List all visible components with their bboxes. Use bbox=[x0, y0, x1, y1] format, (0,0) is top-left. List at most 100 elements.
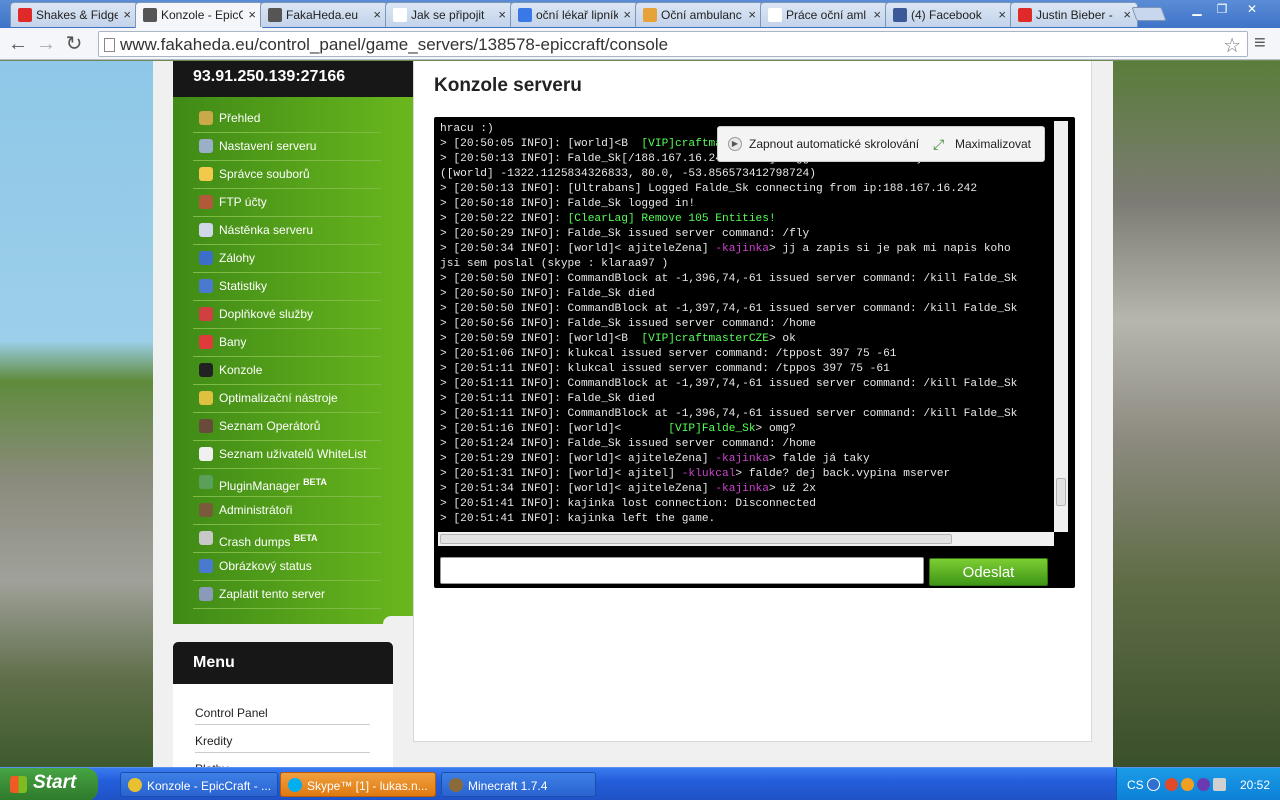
console-log-segment: > [20:51:29 INFO]: [world]< ajiteleZena] bbox=[440, 453, 716, 465]
console-log-segment: > [20:51:16 INFO]: [world]< bbox=[440, 423, 669, 435]
sidebar-item[interactable]: Doplňkové služby bbox=[193, 301, 381, 329]
menu-link[interactable]: Control Panel bbox=[195, 697, 370, 725]
close-tab-icon[interactable]: × bbox=[123, 7, 131, 22]
console-log-line: > [20:50:50 INFO]: Falde_Sk died bbox=[440, 287, 1054, 302]
notification-icon[interactable] bbox=[1165, 778, 1178, 791]
console-log-line: > [20:51:11 INFO]: klukcal issued server… bbox=[440, 362, 1054, 377]
back-arrow-icon[interactable]: ← bbox=[6, 32, 30, 56]
browser-tab[interactable]: Konzole - EpicC × bbox=[135, 2, 263, 28]
sidebar-item[interactable]: Nastavení serveru bbox=[193, 133, 381, 161]
tray-expand-icon[interactable] bbox=[1147, 778, 1160, 791]
sidebar-item[interactable]: Zálohy bbox=[193, 245, 381, 273]
restore-window-icon[interactable]: ❐ bbox=[1209, 0, 1235, 18]
forward-arrow-icon[interactable]: → bbox=[34, 32, 58, 56]
close-tab-icon[interactable]: × bbox=[498, 7, 506, 22]
console-horizontal-scrollbar[interactable] bbox=[438, 532, 1054, 546]
taskbar-task[interactable]: Minecraft 1.7.4 bbox=[441, 772, 596, 797]
browser-tab-label: Oční ambulanc bbox=[661, 8, 742, 22]
browser-tab-label: FakaHeda.eu bbox=[286, 8, 359, 22]
console-horizontal-scroll-thumb[interactable] bbox=[440, 534, 952, 544]
taskbar-task[interactable]: Skype™ [1] - lukas.n... bbox=[280, 772, 436, 797]
close-window-icon[interactable]: ✕ bbox=[1239, 0, 1265, 18]
sidebar-item[interactable]: Zaplatit tento server bbox=[193, 581, 381, 609]
start-button[interactable]: Start bbox=[0, 768, 98, 800]
console-log-segment: > jj a zapis si je pak mi napis koho bbox=[768, 243, 1011, 255]
console-log-line: > [20:50:50 INFO]: CommandBlock at -1,39… bbox=[440, 302, 1054, 317]
close-tab-icon[interactable]: × bbox=[1123, 7, 1131, 22]
reload-icon[interactable]: ↻ bbox=[62, 32, 86, 56]
close-tab-icon[interactable]: × bbox=[748, 7, 756, 22]
close-tab-icon[interactable]: × bbox=[998, 7, 1006, 22]
page-icon bbox=[104, 38, 115, 52]
sidebar-item-icon bbox=[199, 279, 213, 293]
sidebar-item[interactable]: Přehled bbox=[193, 105, 381, 133]
menu-link[interactable]: Kredity bbox=[195, 725, 370, 753]
sidebar-item-label: Seznam Operátorů bbox=[219, 419, 321, 433]
console-command-input[interactable] bbox=[440, 557, 924, 584]
sidebar-item[interactable]: Administrátoři bbox=[193, 497, 381, 525]
sidebar-item[interactable]: Seznam Operátorů bbox=[193, 413, 381, 441]
language-indicator[interactable]: CS bbox=[1127, 778, 1144, 792]
minimize-window-icon[interactable]: ▁ bbox=[1184, 0, 1210, 18]
close-tab-icon[interactable]: × bbox=[248, 7, 256, 22]
sidebar-item[interactable]: PluginManager BETA bbox=[193, 469, 381, 497]
sidebar-item[interactable]: Konzole bbox=[193, 357, 381, 385]
new-tab-button[interactable] bbox=[1131, 7, 1167, 21]
maximize-button[interactable]: ⤢ Maximalizovat bbox=[933, 136, 1031, 152]
sidebar-item[interactable]: Obrázkový status bbox=[193, 553, 381, 581]
console-log-segment: -klukcal bbox=[681, 468, 736, 480]
console-log-segment: > ok bbox=[768, 333, 796, 345]
antivirus-icon[interactable] bbox=[1197, 778, 1210, 791]
browser-tab-label: Jak se připojit bbox=[411, 8, 485, 22]
sidebar-item[interactable]: Nástěnka serveru bbox=[193, 217, 381, 245]
console-vertical-scroll-thumb[interactable] bbox=[1056, 478, 1066, 506]
network-icon[interactable] bbox=[1213, 778, 1226, 791]
browser-tab-label: (4) Facebook bbox=[911, 8, 982, 22]
taskbar-task[interactable]: Konzole - EpicCraft - ... bbox=[120, 772, 278, 797]
autoscroll-toggle[interactable]: ▶ Zapnout automatické skrolování bbox=[728, 137, 919, 151]
close-tab-icon[interactable]: × bbox=[373, 7, 381, 22]
console-log-segment: > [20:51:11 INFO]: CommandBlock at -1,39… bbox=[440, 408, 1018, 420]
browser-tab[interactable]: oční lékař lipník × bbox=[510, 2, 638, 27]
browser-menu-icon[interactable]: ≡ bbox=[1254, 32, 1266, 55]
sidebar-item[interactable]: Statistiky bbox=[193, 273, 381, 301]
sidebar-item-label: Přehled bbox=[219, 111, 261, 125]
menu-title: Menu bbox=[173, 642, 393, 684]
browser-tab[interactable]: (4) Facebook × bbox=[885, 2, 1013, 27]
menu-link[interactable]: Platby bbox=[195, 753, 370, 767]
sidebar-item[interactable]: Správce souborů bbox=[193, 161, 381, 189]
maximize-arrows-icon: ⤢ bbox=[933, 136, 945, 152]
console-log-segment: [VIP]Falde_Sk bbox=[668, 423, 756, 435]
console-log-line: > [20:50:29 INFO]: Falde_Sk issued serve… bbox=[440, 227, 1054, 242]
windows-taskbar: Start CS 20:52 Konzole - EpicCraft - ...… bbox=[0, 767, 1280, 800]
system-tray: CS 20:52 bbox=[1116, 768, 1280, 800]
console-vertical-scrollbar[interactable] bbox=[1054, 121, 1068, 532]
console-log-segment: > [20:51:41 INFO]: kajinka lost connecti… bbox=[440, 498, 816, 510]
beta-badge: BETA bbox=[303, 477, 327, 487]
browser-tab[interactable]: Jak se připojit × bbox=[385, 2, 513, 27]
sidebar-item[interactable]: Seznam uživatelů WhiteList bbox=[193, 441, 381, 469]
sidebar-item-icon bbox=[199, 447, 213, 461]
app-tray-icon[interactable] bbox=[1181, 778, 1194, 791]
browser-tab[interactable]: Shakes & Fidge × bbox=[10, 2, 138, 27]
console-log-segment: -kajinka bbox=[715, 483, 769, 495]
send-command-button[interactable]: Odeslat bbox=[929, 558, 1048, 586]
console-log-segment: > [20:50:05 INFO]: [world]<B bbox=[440, 138, 642, 150]
browser-tab[interactable]: FakaHeda.eu × bbox=[260, 2, 388, 27]
close-tab-icon[interactable]: × bbox=[623, 7, 631, 22]
browser-tab[interactable]: Justin Bieber - × bbox=[1010, 2, 1138, 27]
sidebar-item[interactable]: FTP účty bbox=[193, 189, 381, 217]
sidebar-item[interactable]: Optimalizační nástroje bbox=[193, 385, 381, 413]
browser-tab-label: Práce oční aml bbox=[786, 8, 867, 22]
bookmark-star-icon[interactable]: ☆ bbox=[1223, 33, 1241, 58]
close-tab-icon[interactable]: × bbox=[873, 7, 881, 22]
sidebar-item-label: Administrátoři bbox=[219, 503, 293, 517]
browser-tab[interactable]: Oční ambulanc × bbox=[635, 2, 763, 27]
sidebar-item[interactable]: Bany bbox=[193, 329, 381, 357]
sidebar-item[interactable]: Crash dumps BETA bbox=[193, 525, 381, 553]
minecraft-icon bbox=[449, 778, 463, 792]
browser-tab[interactable]: Práce oční aml × bbox=[760, 2, 888, 27]
address-bar[interactable]: www.fakaheda.eu/control_panel/game_serve… bbox=[98, 31, 1248, 57]
console-log-segment: > [20:51:41 INFO]: kajinka left the game… bbox=[440, 513, 716, 525]
console-log-segment: > [20:51:24 INFO]: Falde_Sk issued serve… bbox=[440, 438, 816, 450]
